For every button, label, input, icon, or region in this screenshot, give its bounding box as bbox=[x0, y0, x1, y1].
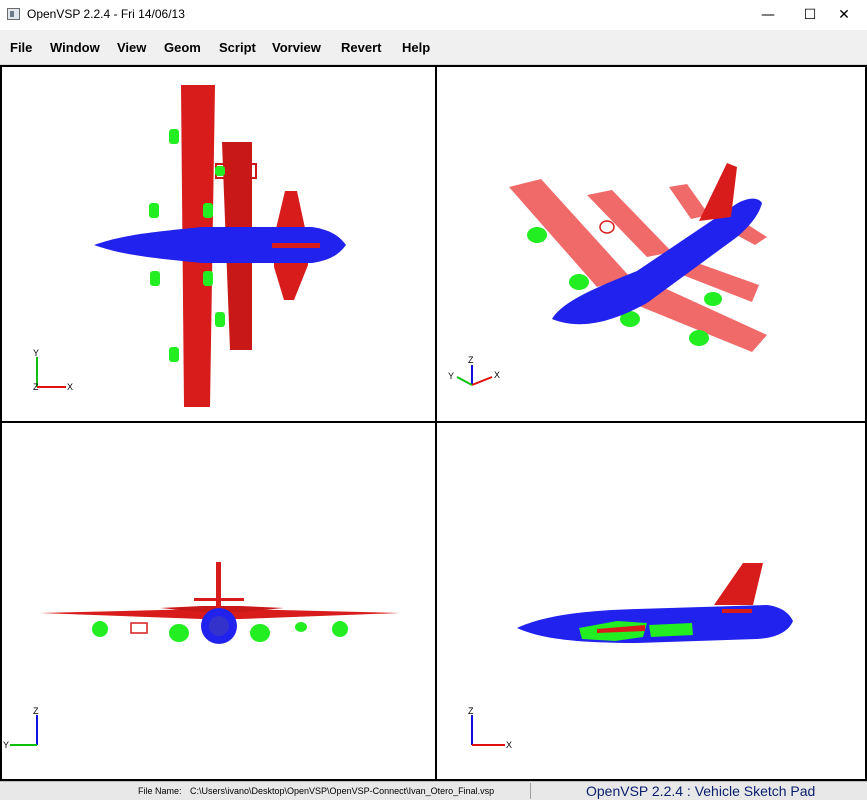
axis-label-y: Y bbox=[33, 348, 39, 358]
file-path: C:\Users\ivano\Desktop\OpenVSP\OpenVSP-C… bbox=[190, 786, 495, 796]
vertical-fin bbox=[216, 562, 221, 612]
axis-label-y: Y bbox=[448, 371, 454, 381]
wing-fairing bbox=[130, 622, 148, 634]
engine-pod bbox=[569, 274, 589, 290]
menu-revert[interactable]: Revert bbox=[341, 40, 381, 55]
engine-pod bbox=[149, 203, 159, 218]
engine-pod bbox=[250, 624, 270, 642]
engine-pod bbox=[203, 203, 213, 218]
x-axis-line bbox=[471, 376, 493, 386]
axis-label-x: X bbox=[506, 740, 512, 750]
status-bar: File Name: C:\Users\ivano\Desktop\OpenVS… bbox=[0, 781, 867, 800]
file-name-label: File Name: bbox=[138, 786, 182, 796]
engine-pod bbox=[150, 271, 160, 286]
fin-top bbox=[272, 243, 320, 248]
engine-pod bbox=[332, 621, 348, 637]
engine-nacelle bbox=[649, 623, 693, 637]
app-icon[interactable] bbox=[7, 8, 20, 20]
engine-pod bbox=[527, 227, 547, 243]
fuselage-nose bbox=[209, 616, 229, 636]
vertical-fin bbox=[714, 563, 763, 605]
engine-pod bbox=[215, 312, 225, 327]
close-button[interactable]: ✕ bbox=[821, 0, 867, 30]
aircraft-iso-view: Y Z X bbox=[448, 163, 767, 386]
engine-pod bbox=[169, 347, 179, 362]
aircraft-front-view: Z Y bbox=[3, 562, 400, 750]
aircraft-side-view: Z X bbox=[468, 563, 793, 750]
engine-pod bbox=[92, 621, 108, 637]
viewport-top[interactable]: Y X Z bbox=[0, 65, 437, 423]
axis-label-z: Z bbox=[468, 706, 474, 716]
horizontal-tail bbox=[722, 609, 752, 613]
axis-label-z: Z bbox=[33, 706, 39, 716]
wing-fairing bbox=[599, 220, 615, 234]
vertical-fin bbox=[699, 163, 737, 221]
title-bar: OpenVSP 2.2.4 - Fri 14/06/13 — ☐ ✕ bbox=[0, 0, 867, 30]
minimize-button[interactable]: — bbox=[745, 0, 791, 30]
viewport-iso[interactable]: Y Z X bbox=[435, 65, 867, 423]
window-title: OpenVSP 2.2.4 - Fri 14/06/13 bbox=[27, 7, 185, 21]
engine-pod bbox=[704, 292, 722, 306]
menu-script[interactable]: Script bbox=[219, 40, 256, 55]
axis-label-z: Z bbox=[468, 355, 474, 365]
viewport-side[interactable]: Z X bbox=[435, 421, 867, 781]
y-axis-line bbox=[456, 376, 473, 386]
horizontal-tail bbox=[194, 598, 244, 601]
engine-pod bbox=[215, 166, 225, 176]
engine-pod bbox=[203, 271, 213, 286]
axis-label-x: X bbox=[67, 382, 73, 392]
menu-vorview[interactable]: Vorview bbox=[272, 40, 321, 55]
aircraft-top-view: Y X Z bbox=[33, 85, 346, 407]
menu-geom[interactable]: Geom bbox=[164, 40, 201, 55]
viewport-front[interactable]: Z Y bbox=[0, 421, 437, 781]
app-version-label: OpenVSP 2.2.4 : Vehicle Sketch Pad bbox=[586, 783, 816, 799]
axis-label-x: X bbox=[494, 370, 500, 380]
viewport-grid: Y X Z Y Z X Z Y Z X bbox=[0, 65, 867, 781]
menu-help[interactable]: Help bbox=[402, 40, 430, 55]
axis-label-z: Z bbox=[33, 382, 39, 392]
axis-label-y: Y bbox=[3, 740, 9, 750]
menu-view[interactable]: View bbox=[117, 40, 146, 55]
engine-pod bbox=[169, 624, 189, 642]
engine-pod bbox=[689, 330, 709, 346]
menu-file[interactable]: File bbox=[10, 40, 32, 55]
menu-window[interactable]: Window bbox=[50, 40, 100, 55]
status-separator bbox=[530, 783, 531, 799]
engine-pod bbox=[169, 129, 179, 144]
engine-pod bbox=[295, 622, 307, 632]
menu-bar: File Window View Geom Script Vorview Rev… bbox=[0, 30, 867, 65]
